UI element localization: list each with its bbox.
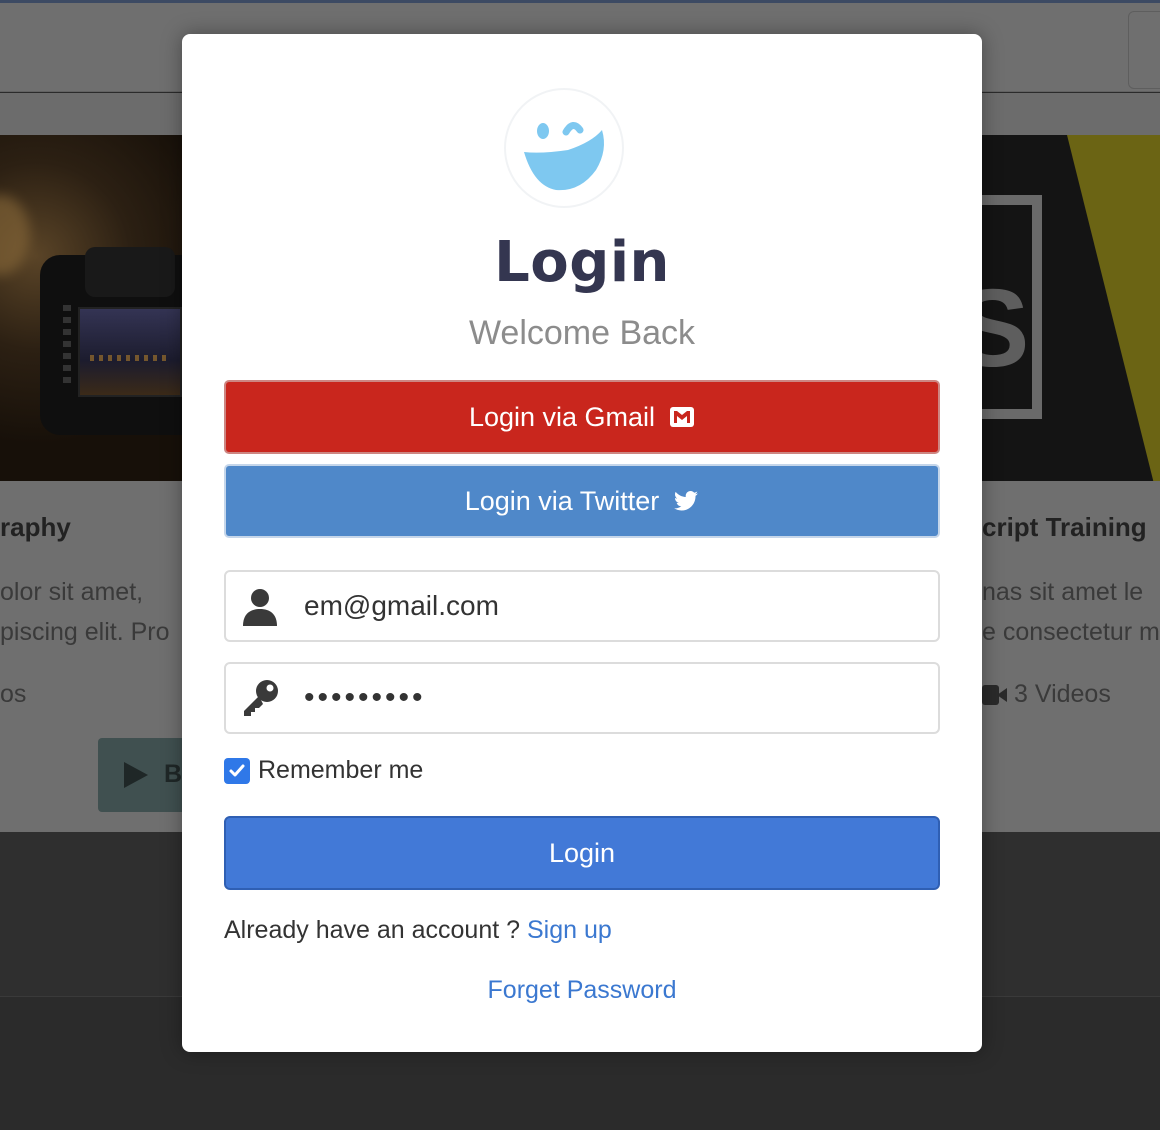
- login-gmail-label: Login via Gmail: [468, 401, 656, 432]
- background-card-videos: 3 Videos: [982, 680, 1111, 709]
- key-icon: [240, 678, 280, 718]
- video-camera-icon: [982, 684, 1008, 705]
- background-card-description: olor sit amet, piscing elit. Pro: [0, 578, 170, 646]
- background-card-title: cript Training: [982, 512, 1147, 542]
- password-field[interactable]: [224, 662, 940, 734]
- login-twitter-button[interactable]: Login via Twitter: [224, 464, 940, 538]
- forget-password-link[interactable]: Forget Password: [182, 976, 982, 1005]
- background-card-videos: os: [0, 680, 27, 708]
- modal-subtitle: Welcome Back: [468, 314, 696, 352]
- signup-link[interactable]: Sign up: [527, 916, 612, 944]
- remember-me-checkbox[interactable]: [224, 757, 250, 784]
- signup-prompt-text: Already have an account ?: [224, 916, 521, 944]
- login-modal: Login Welcome Back Login via Gmail Login…: [182, 34, 982, 1052]
- play-icon: [124, 762, 148, 788]
- background-card-button-label: B: [164, 760, 183, 788]
- background-card-title: raphy: [0, 512, 71, 542]
- signup-prompt: Already have an account ? Sign up: [224, 916, 612, 945]
- twitter-bird-icon: [673, 488, 699, 514]
- remember-me-label: Remember me: [258, 756, 424, 784]
- background-card-description: nas sit amet le e consectetur m: [982, 578, 1160, 646]
- password-input[interactable]: [304, 664, 924, 732]
- mail-icon: [669, 404, 695, 430]
- email-input[interactable]: [304, 572, 924, 640]
- login-button[interactable]: Login: [224, 816, 940, 890]
- background-topbar-button: [1128, 11, 1160, 89]
- background-card-image-javascript: S: [982, 135, 1160, 481]
- winking-smiley-icon: [504, 88, 624, 208]
- email-field[interactable]: [224, 570, 940, 642]
- login-gmail-button[interactable]: Login via Gmail: [224, 380, 940, 454]
- user-icon: [240, 586, 280, 626]
- login-twitter-label: Login via Twitter: [464, 485, 660, 516]
- modal-title: Login: [494, 230, 670, 295]
- background-card-image-camera: [0, 135, 182, 481]
- background-card-videos-label: 3 Videos: [1014, 680, 1111, 708]
- remember-me[interactable]: Remember me: [224, 756, 423, 785]
